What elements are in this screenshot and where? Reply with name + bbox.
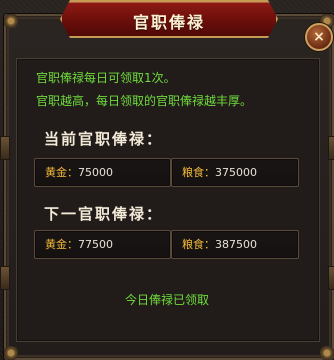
claimed-status-text: 今日俸禄已领取	[124, 293, 209, 307]
side-ornament	[0, 266, 10, 290]
food-value: 387500	[215, 238, 257, 251]
gold-value: 75000	[78, 166, 113, 179]
window-title: 官职俸禄	[132, 13, 205, 32]
food-label: 粮食：	[182, 166, 215, 179]
close-button[interactable]: ×	[305, 23, 333, 51]
food-value: 375000	[215, 166, 257, 179]
gold-value: 77500	[78, 238, 113, 251]
close-icon: ×	[313, 29, 325, 45]
current-gold-field: 黄金：75000	[34, 158, 171, 187]
info-text-daily: 官职俸禄每日可领取1次。	[36, 71, 176, 85]
next-food-field: 粮食：387500	[171, 230, 299, 259]
next-gold-field: 黄金：77500	[34, 230, 171, 259]
side-ornament	[328, 266, 334, 290]
current-salary-heading: 当前官职俸禄：	[44, 130, 164, 148]
title-banner: 官职俸禄	[60, 0, 278, 38]
gold-label: 黄金：	[45, 166, 78, 179]
current-food-field: 粮食：375000	[171, 158, 299, 187]
side-ornament	[0, 136, 10, 160]
side-ornament	[328, 136, 334, 160]
corner-ornament	[4, 346, 18, 360]
corner-ornament	[4, 14, 18, 28]
gold-label: 黄金：	[45, 238, 78, 251]
food-label: 粮食：	[182, 238, 215, 251]
next-salary-heading: 下一官职俸禄：	[44, 205, 164, 223]
info-text-rank: 官职越高，每日领取的官职俸禄越丰厚。	[36, 94, 253, 108]
salary-panel: 官职俸禄 × 官职俸禄每日可领取1次。 官职越高，每日领取的官职俸禄越丰厚。 当…	[0, 0, 334, 360]
corner-ornament	[320, 346, 334, 360]
